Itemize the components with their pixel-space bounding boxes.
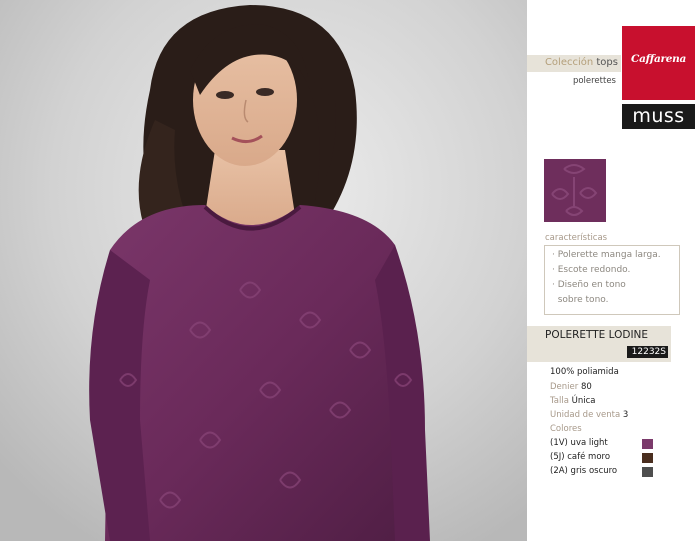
size-label: Talla: [550, 396, 569, 406]
caffarena-logo: Caffarena: [622, 26, 695, 100]
muss-logo: muss: [622, 104, 695, 129]
feature-item: · Polerette manga larga.: [552, 250, 661, 260]
composition: 100% poliamida: [550, 367, 619, 377]
unit-label: Unidad de venta: [550, 410, 621, 420]
denier-label: Denier: [550, 382, 579, 392]
feature-item: sobre tono.: [552, 295, 609, 305]
color-swatch: [642, 453, 653, 463]
color-swatch: [642, 439, 653, 449]
collection-label: Colección: [544, 57, 594, 68]
features-label: características: [545, 233, 608, 243]
feature-item: · Escote redondo.: [552, 265, 631, 275]
fabric-swatch: [544, 159, 606, 222]
collection-category: tops: [596, 57, 618, 68]
colors-spec: Colores: [550, 424, 582, 434]
color-row: (5J) café moro: [550, 452, 611, 462]
color-row: (1V) uva light: [550, 438, 608, 448]
denier-value: 80: [580, 382, 592, 392]
caffarena-logo-text: Caffarena: [631, 53, 686, 65]
product-code: 12232S: [627, 346, 668, 358]
product-name: POLERETTE LODINE: [545, 329, 649, 341]
denier-spec: Denier 80: [550, 382, 592, 392]
model-photo: [0, 0, 527, 541]
feature-item: · Diseño en tono: [552, 280, 626, 290]
muss-logo-text: muss: [632, 105, 685, 127]
size-value: Única: [571, 396, 596, 406]
unit-spec: Unidad de venta 3: [550, 410, 628, 420]
colors-label: Colores: [550, 424, 582, 434]
size-spec: Talla Única: [550, 396, 596, 406]
color-row: (2A) gris oscuro: [550, 466, 618, 476]
features-box: · Polerette manga larga. · Escote redond…: [544, 245, 680, 315]
unit-value: 3: [622, 410, 629, 420]
collection-subcategory: polerettes: [572, 76, 616, 86]
collection-title: Colección tops: [530, 57, 618, 68]
color-swatch: [642, 467, 653, 477]
